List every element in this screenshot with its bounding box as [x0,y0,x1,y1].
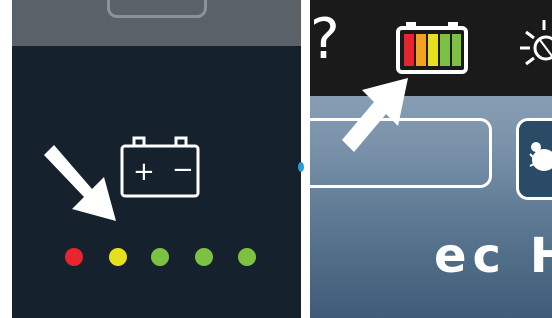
help-icon[interactable]: ? [310,10,340,70]
battery-bar [440,34,450,66]
battery-plus-minus-icon: + − [120,136,200,198]
charge-dot-yellow [109,248,127,266]
screenshot-stage: + − ? ec [0,0,552,318]
indicator-dot [298,162,304,172]
battery-bar [404,34,414,66]
charge-dot-green [238,248,256,266]
battery-bar [428,34,438,66]
charge-dot-green [195,248,213,266]
left-display-panel: + − [12,0,301,318]
charge-dot-red [65,248,83,266]
battery-minus-sign: − [172,155,194,185]
light-bulb-icon[interactable] [516,18,552,74]
beetle-icon [529,142,552,171]
charge-dot-green [151,248,169,266]
arrow-pointer-icon [44,145,116,221]
battery-bar [416,34,426,66]
brand-logo-text: ec H [434,228,552,284]
arrow-pointer-icon [342,78,408,152]
right-display-panel: ? ec [310,0,552,318]
battery-level-icon[interactable] [396,22,468,74]
battery-bar [452,34,461,66]
left-top-bar [12,0,301,46]
top-tab-button[interactable] [107,0,207,18]
battery-plus-sign: + [133,157,155,187]
